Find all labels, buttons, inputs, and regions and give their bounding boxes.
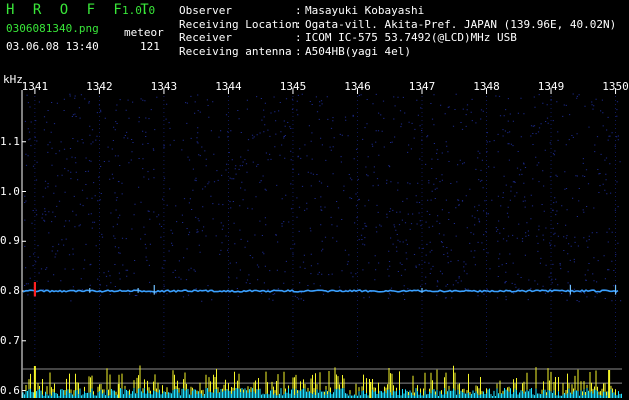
x-tick-label: 1350: [602, 80, 629, 93]
y-tick-label: 1.1: [0, 134, 20, 148]
y-tick-label: 0.6: [0, 383, 20, 397]
x-tick-label: 1346: [344, 80, 371, 93]
x-tick-label: 1349: [537, 80, 565, 93]
y-tick-label: 0.9: [0, 234, 20, 248]
x-tick-label: 1342: [86, 80, 113, 93]
x-tick-label: 1345: [279, 80, 307, 93]
y-tick-label: 0.8: [0, 284, 20, 298]
x-tick-label: 1348: [473, 80, 500, 93]
x-tick-label: 1344: [215, 80, 242, 93]
x-tick-label: 1343: [150, 80, 178, 93]
x-tick-label: 1341: [21, 80, 49, 93]
noise-speckle: [24, 93, 622, 303]
carrier-trace: [23, 289, 619, 293]
y-tick-label: 1.0: [0, 184, 20, 198]
spectrogram: [21, 88, 622, 398]
y-tick-label: 0.7: [0, 333, 20, 347]
x-tick-label: 1347: [408, 80, 436, 93]
